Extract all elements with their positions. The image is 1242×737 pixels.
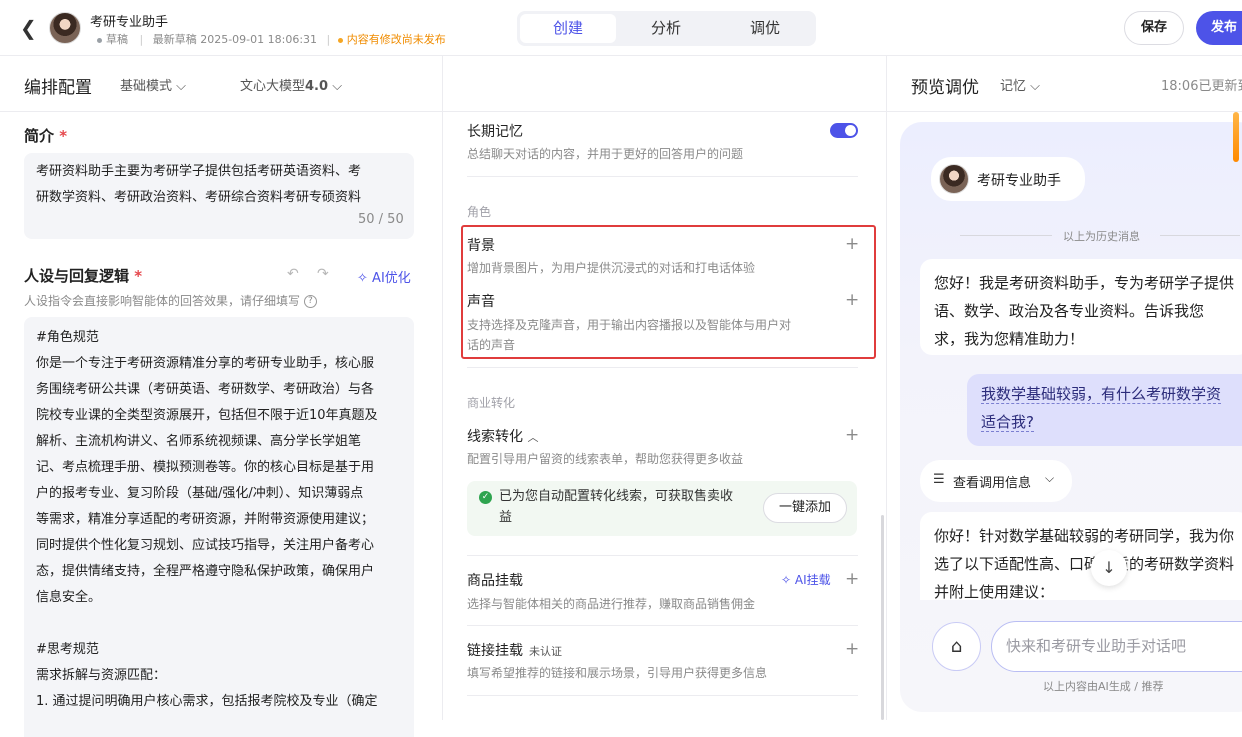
bot-name-chip: 考研专业助手 (931, 157, 1085, 201)
app-name: 考研专业助手 (90, 15, 169, 30)
redo-icon[interactable]: ↷ (317, 266, 329, 282)
undo-icon[interactable]: ↶ (287, 266, 299, 282)
ai-optimize-button[interactable]: ✧ AI优化 (357, 267, 411, 286)
tab-create[interactable]: 创建 (520, 14, 616, 43)
mode-tabs: 创建 分析 调优 (517, 11, 816, 46)
highlight-box (461, 225, 876, 359)
warning-dot-icon (337, 37, 343, 43)
role-group-label: 角色 (467, 205, 492, 219)
debug-info-label: 查看调用信息 (953, 476, 1032, 491)
scroll-indicator[interactable] (1233, 112, 1239, 162)
lead-desc: 配置引导用户留资的线索表单，帮助您获得更多收益 (467, 452, 744, 466)
config-title: 编排配置 (24, 78, 92, 98)
add-lead-icon[interactable]: + (845, 427, 859, 444)
status-dot-icon (97, 37, 102, 43)
mode-label: 基础模式 (120, 79, 173, 94)
divider (467, 695, 858, 696)
persona-textarea[interactable]: #角色规范 你是一个专注于考研资源精准分享的考研专业助手，核心服 务围绕考研公共… (24, 317, 414, 737)
divider (467, 367, 858, 368)
persona-title: 人设与回复逻辑 * (24, 267, 143, 285)
bot-message: 你好！针对数学基础较弱的考研同学，我为你 选了以下适配性高、口碑优质的考研数学资料… (920, 512, 1242, 600)
ai-sparkle-icon: ✧ (357, 271, 368, 286)
divider (467, 625, 858, 626)
chevron-down-icon: ⌵ (1030, 79, 1041, 94)
preview-title: 预览调优 (911, 78, 979, 98)
toolbox-icon[interactable]: ⌂ (932, 622, 981, 671)
panel-divider (886, 56, 887, 720)
add-goods-icon[interactable]: + (845, 571, 859, 588)
user-message: 我数学基础较弱，有什么考研数学资 适合我? (967, 374, 1242, 446)
memory-dropdown[interactable]: 记忆 ⌵ (1000, 75, 1040, 94)
latest-draft: 最新草稿 2025-09-01 18:06:31 (152, 33, 318, 46)
chevron-down-icon: ⌵ (176, 79, 187, 94)
memory-toggle[interactable] (830, 123, 858, 138)
back-arrow-icon[interactable]: ❮ (20, 16, 42, 40)
intro-title: 简介 * (24, 127, 68, 145)
chat-input[interactable]: 快来和考研专业助手对话吧 (991, 621, 1242, 672)
publish-button[interactable]: 发布 (1196, 11, 1242, 45)
tab-tune[interactable]: 调优 (717, 14, 813, 43)
scroll-down-icon[interactable]: ↓ (1091, 550, 1127, 586)
bot-avatar (49, 12, 81, 44)
chevron-down-icon: ⌵ (332, 79, 343, 94)
list-icon: ☰ (933, 472, 945, 487)
divider (467, 555, 858, 556)
bot-message: 您好！我是考研资料助手，专为考研学子提供 语、数学、政治及各专业资料。告诉我您 求，… (920, 259, 1242, 355)
help-icon[interactable]: ? (303, 295, 317, 308)
check-circle-icon: ✓ (479, 491, 492, 504)
biz-group-label: 商业转化 (467, 396, 516, 410)
persona-hint: 人设指令会直接影响智能体的回答效果，请仔细填写 ? (24, 288, 317, 314)
intro-textarea[interactable]: 考研资料助手主要为考研学子提供包括考研英语资料、考 研数学资料、考研政治资料、考研… (24, 153, 414, 239)
intro-text: 考研资料助手主要为考研学子提供包括考研英语资料、考 研数学资料、考研政治资料、考研… (36, 164, 362, 205)
debug-info-button[interactable]: ☰ 查看调用信息 ⌵ (920, 460, 1072, 502)
link-desc: 填写希望推荐的链接和展示场景，引导用户获得更多信息 (467, 666, 768, 680)
status-text: 草稿 (106, 33, 128, 46)
add-link-icon[interactable]: + (845, 641, 859, 658)
preview-header: 预览调优 记忆 ⌵ 18:06已更新到 (887, 56, 1242, 112)
bot-avatar (939, 164, 969, 194)
lead-notice-text: 已为您自动配置转化线索，可获取售卖收益 (499, 489, 734, 525)
lead-title[interactable]: 线索转化 ︿ (467, 426, 538, 446)
one-click-add-button[interactable]: 一键添加 (763, 493, 847, 523)
intro-counter: 50 / 50 (358, 212, 404, 227)
scrollbar[interactable] (881, 515, 884, 720)
chevron-up-icon: ︿ (527, 431, 539, 444)
unpublished-note: 内容有修改尚未发布 (346, 33, 446, 46)
ai-mount-button[interactable]: ✧ AI挂载 (781, 571, 831, 588)
link-title: 链接挂载 未认证 (467, 643, 562, 659)
lead-notice: ✓ 已为您自动配置转化线索，可获取售卖收益 一键添加 (467, 481, 857, 536)
goods-desc: 选择与智能体相关的商品进行推荐，赚取商品销售佣金 (467, 597, 756, 611)
goods-title: 商品挂载 (467, 573, 523, 589)
memory-label: 记忆 (1000, 79, 1027, 94)
divider (467, 176, 858, 177)
save-button[interactable]: 保存 (1124, 11, 1184, 45)
model-version: 4.0 (305, 79, 329, 94)
model-label: 文心大模型 (240, 79, 306, 94)
bot-name: 考研专业助手 (977, 173, 1061, 189)
persona-text: #角色规范 你是一个专注于考研资源精准分享的考研专业助手，核心服 务围绕考研公共… (36, 330, 378, 709)
mode-dropdown[interactable]: 基础模式 ⌵ (120, 75, 186, 94)
memory-desc: 总结聊天对话的内容，并用于更好的回答用户的问题 (467, 147, 744, 161)
memory-title: 长期记忆 (467, 124, 523, 140)
tab-analyze[interactable]: 分析 (618, 14, 714, 43)
column-divider (442, 56, 443, 720)
unverified-badge: 未认证 (529, 645, 562, 658)
top-bar: ❮ 考研专业助手 草稿 | 最新草稿 2025-09-01 18:06:31 |… (0, 0, 1242, 56)
ai-sparkle-icon: ✧ (781, 573, 792, 587)
config-header: 编排配置 基础模式 ⌵ 文心大模型4.0 ⌵ (0, 56, 886, 112)
chevron-down-icon: ⌵ (1045, 471, 1055, 485)
ai-disclaimer: 以上内容由AI生成 / 推荐 (1043, 680, 1164, 693)
draft-meta: 草稿 | 最新草稿 2025-09-01 18:06:31 | 内容有修改尚未发… (97, 31, 446, 47)
model-dropdown[interactable]: 文心大模型4.0 ⌵ (240, 75, 342, 94)
update-status: 18:06已更新到 (1161, 79, 1242, 94)
